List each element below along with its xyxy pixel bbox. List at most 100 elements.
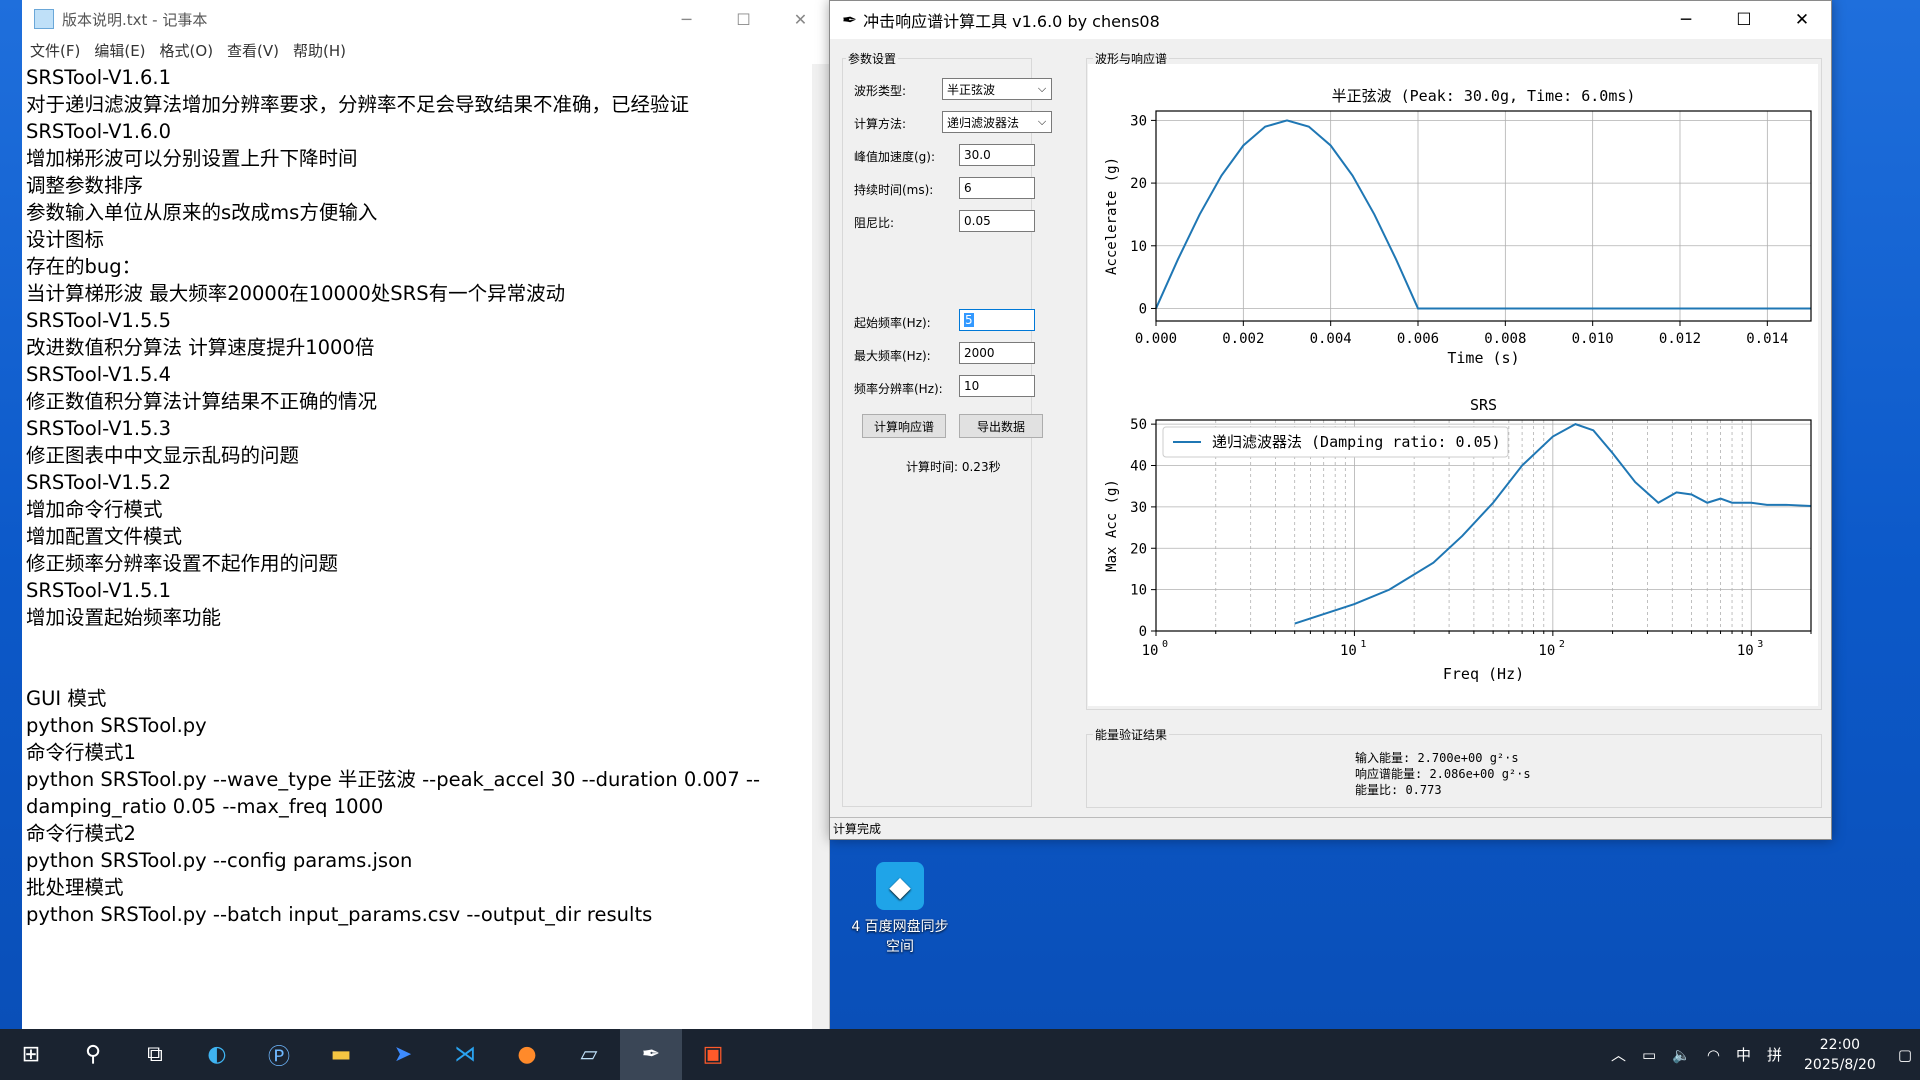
desktop-icon-label: 4 百度网盘同步 空间 [851,919,949,955]
baidu-netdisk-icon: ◆ [876,862,924,910]
y-tick-label: 40 [1130,459,1147,475]
method-select[interactable]: 递归滤波器法 ⌵ [942,111,1052,133]
close-button[interactable]: ✕ [1773,10,1831,30]
notepad-text-area[interactable]: SRSTool-V1.6.1 对于递归滤波算法增加分辨率要求，分辨率不足会导致结… [26,64,811,1029]
y-tick-label: 20 [1130,541,1147,557]
start-button[interactable]: ⊞ [0,1029,62,1080]
y-axis-label: Accelerate (g) [1104,157,1120,275]
ime-mode-icon[interactable]: 拼 [1767,1044,1782,1065]
peak-input[interactable]: 30.0 [959,144,1035,166]
start-freq-input[interactable]: 5 [959,309,1035,331]
start-freq-label: 起始频率(Hz): [854,316,931,330]
task-view-icon[interactable]: ⧉ [124,1029,186,1080]
x-tick-label: 0.010 [1572,331,1614,347]
status-bar: 计算完成 [830,817,1831,839]
x-tick-exponent: 0 [1162,639,1168,650]
x-tick-label: 0.000 [1135,331,1177,347]
series-line [1155,119,1811,310]
x-tick-label: 10 [1142,643,1159,659]
wave-type-value: 半正弦波 [947,82,996,97]
y-tick-label: 20 [1130,176,1147,192]
notepad-window: 版本说明.txt - 记事本 ─ ☐ ✕ 文件(F) 编辑(E) 格式(O) 查… [22,0,830,1029]
x-tick-label: 0.012 [1659,331,1701,347]
x-tick-label: 0.002 [1222,331,1264,347]
menu-file[interactable]: 文件(F) [30,40,80,61]
method-value: 递归滤波器法 [947,115,1020,130]
chart-title: 半正弦波 (Peak: 30.0g, Time: 6.0ms) [1332,87,1636,105]
edge-icon[interactable]: ◐ [186,1029,248,1080]
srs-title: 冲击响应谱计算工具 v1.6.0 by chens08 [863,12,1160,31]
file-explorer-icon[interactable]: ▬ [310,1029,372,1080]
x-tick-label: 10 [1737,643,1754,659]
network-icon[interactable]: ◠ [1707,1046,1720,1064]
vscode-icon[interactable]: ⋊ [434,1029,496,1080]
y-tick-label: 0 [1139,624,1147,640]
srs-titlebar[interactable]: ✒ 冲击响应谱计算工具 v1.6.0 by chens08 ─ ☐ ✕ [830,1,1831,39]
minimize-button[interactable]: ─ [1657,10,1715,30]
compute-button[interactable]: 计算响应谱 [862,414,946,438]
menu-help[interactable]: 帮助(H) [293,40,346,61]
notification-icon[interactable]: ▢ [1898,1046,1912,1064]
clock[interactable]: 22:00 2025/8/20 [1804,1035,1876,1075]
notepad-scrollbar[interactable] [812,64,829,1029]
start-freq-value: 5 [964,313,974,327]
max-freq-label: 最大频率(Hz): [854,349,931,363]
y-tick-label: 30 [1130,113,1147,129]
y-tick-label: 10 [1130,239,1147,255]
x-tick-exponent: 1 [1360,639,1366,650]
damping-input[interactable]: 0.05 [959,210,1035,232]
input-energy-text: 输入能量: 2.700e+00 g²·s [1355,751,1519,765]
energy-ratio-text: 能量比: 0.773 [1355,783,1442,797]
minimize-button[interactable]: ─ [658,10,715,29]
wave-type-label: 波形类型: [854,84,907,98]
chart-title: SRS [1470,396,1497,414]
battery-icon[interactable]: ▭ [1642,1046,1656,1064]
wave-type-select[interactable]: 半正弦波 ⌵ [942,78,1052,100]
max-freq-input[interactable]: 2000 [959,342,1035,364]
chevron-up-icon[interactable]: ︿ [1611,1044,1626,1065]
feishu-icon[interactable]: ➤ [372,1029,434,1080]
peak-label: 峰值加速度(g): [854,150,936,164]
taskbar: ⊞ ⚲ ⧉ ◐ Ⓟ ▬ ➤ ⋊ ● ▱ ✒ ▣ ︿ ▭ 🔈 ◠ 中 拼 22:0… [0,1029,1920,1080]
resolution-input[interactable]: 10 [959,375,1035,397]
notepad-title: 版本说明.txt - 记事本 [62,10,208,29]
method-label: 计算方法: [854,117,907,131]
firefox-icon[interactable]: ● [496,1029,558,1080]
y-tick-label: 10 [1130,583,1147,599]
notepad-menubar: 文件(F) 编辑(E) 格式(O) 查看(V) 帮助(H) [22,38,829,62]
notepad-titlebar[interactable]: 版本说明.txt - 记事本 ─ ☐ ✕ [22,0,829,38]
energy-group-label: 能量验证结果 [1093,726,1170,743]
maximize-button[interactable]: ☐ [715,10,772,29]
volume-icon[interactable]: 🔈 [1672,1046,1691,1064]
x-tick-label: 0.004 [1310,331,1352,347]
srs-tool-taskbar-icon[interactable]: ✒ [620,1029,682,1080]
search-icon[interactable]: ⚲ [62,1029,124,1080]
red-app-icon[interactable]: ▣ [682,1029,744,1080]
close-button[interactable]: ✕ [772,10,829,29]
params-group-label: 参数设置 [846,50,899,67]
plot-frame [1155,110,1812,322]
x-tick-exponent: 3 [1757,639,1763,650]
export-button[interactable]: 导出数据 [959,414,1043,438]
ime-indicator[interactable]: 中 [1736,1044,1751,1065]
chevron-down-icon: ⌵ [1037,115,1047,128]
response-energy-text: 响应谱能量: 2.086e+00 g²·s [1355,767,1531,781]
x-tick-label: 10 [1538,643,1555,659]
duration-label: 持续时间(ms): [854,183,934,197]
energy-results: 输入能量: 2.700e+00 g²·s 响应谱能量: 2.086e+00 g²… [1355,750,1531,798]
menu-format[interactable]: 格式(O) [160,40,214,61]
y-tick-label: 50 [1130,417,1147,433]
menu-edit[interactable]: 编辑(E) [94,40,145,61]
system-tray: ︿ ▭ 🔈 ◠ 中 拼 22:00 2025/8/20 ▢ [1603,1029,1920,1080]
ppt-app-icon[interactable]: Ⓟ [248,1029,310,1080]
plot-canvas[interactable]: 0 10 20 30 0.000 0.002 0.004 0.006 0.008 0.010 0.0… [1088,64,1818,706]
resolution-label: 频率分辨率(Hz): [854,382,943,396]
notepad-taskbar-icon[interactable]: ▱ [558,1029,620,1080]
menu-view[interactable]: 查看(V) [227,40,279,61]
maximize-button[interactable]: ☐ [1715,10,1773,30]
duration-input[interactable]: 6 [959,177,1035,199]
legend-label: 递归滤波器法 (Damping ratio: 0.05) [1212,433,1501,451]
x-tick-exponent: 2 [1559,639,1565,650]
baidu-netdisk-desktop-icon[interactable]: ◆ 4 百度网盘同步 空间 [840,862,960,956]
x-tick-label: 0.006 [1397,331,1439,347]
